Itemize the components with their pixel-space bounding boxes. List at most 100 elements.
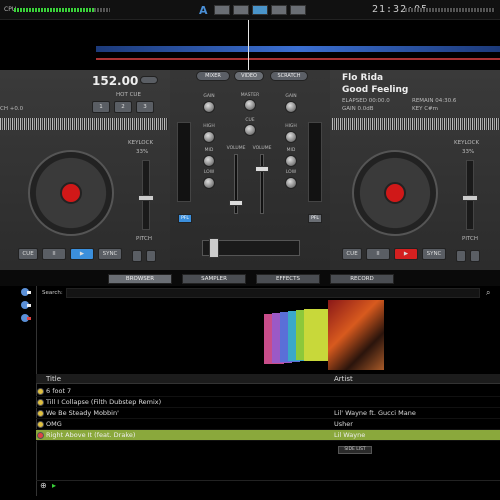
tab-sampler[interactable]: SAMPLER (182, 274, 246, 284)
deck-right-pitch-down-button[interactable] (456, 250, 466, 262)
track-icon (37, 399, 44, 406)
side-list-button[interactable]: SIDE LIST (338, 446, 372, 454)
right-pfl-button[interactable]: PFL (308, 214, 322, 223)
deck-right-pitch-up-button[interactable] (470, 250, 480, 262)
right-high-label: HIGH (285, 124, 297, 129)
track-title: Right Above It (feat. Drake) (46, 431, 136, 439)
left-high-knob[interactable] (203, 131, 215, 143)
deck-left-platter[interactable] (28, 150, 114, 236)
history-folder-icon[interactable] (20, 300, 32, 310)
deck-right-remain: REMAIN 04:30.6 (412, 98, 457, 104)
playlist-folder-icon[interactable] (20, 313, 32, 323)
left-gain-knob[interactable] (203, 101, 215, 113)
deck-right-platter[interactable] (352, 150, 438, 236)
layout-button-2[interactable] (233, 5, 249, 15)
deck-left-pitch-info: CH +0.0 (0, 106, 24, 112)
left-mid-knob[interactable] (203, 155, 215, 167)
table-row[interactable]: 6 foot 7 (36, 386, 500, 397)
tab-effects[interactable]: EFFECTS (256, 274, 320, 284)
tab-record[interactable]: RECORD (330, 274, 394, 284)
layout-button-4[interactable] (271, 5, 287, 15)
deck-left-play-button[interactable]: ▶ (70, 248, 94, 260)
deck-right-title: Good Feeling (342, 85, 409, 95)
right-gain-knob[interactable] (285, 101, 297, 113)
deck-right-artist: Flo Rida (342, 73, 384, 83)
hot-cue-label: HOT CUE (116, 92, 141, 98)
right-volume-fader[interactable] (260, 154, 264, 214)
deck-right-waveform[interactable] (332, 118, 500, 130)
deck-left-pitch-up-button[interactable] (146, 250, 156, 262)
deck-right-pitch-handle[interactable] (462, 195, 478, 201)
hot-cue-1-button[interactable]: 1 (92, 101, 110, 113)
track-icon (37, 388, 44, 395)
deck-right-cue-button[interactable]: CUE (342, 248, 362, 260)
album-art-stack[interactable] (264, 308, 334, 368)
cpu-meter (14, 8, 94, 12)
waveform-overview[interactable] (0, 20, 500, 70)
deck-left-pitch-down-button[interactable] (132, 250, 142, 262)
browser-column-header: Title Artist (36, 374, 500, 384)
cpu-meter-reserve (94, 8, 110, 12)
play-preview-icon[interactable]: ▸ (52, 481, 56, 490)
crossfader-handle[interactable] (209, 238, 219, 258)
table-row-selected[interactable]: Right Above It (feat. Drake) Lil Wayne (36, 430, 500, 441)
track-icon (37, 421, 44, 428)
app-logo-icon[interactable]: A (199, 4, 208, 17)
tab-video[interactable]: VIDEO (234, 71, 264, 81)
column-title[interactable]: Title (46, 375, 61, 383)
right-mid-label: MID (286, 148, 296, 153)
right-low-knob[interactable] (285, 177, 297, 189)
deck-right-sync-button[interactable]: SYNC (422, 248, 446, 260)
deck-left-waveform[interactable] (0, 118, 168, 130)
track-icon (37, 410, 44, 417)
deck-left-pitch-handle[interactable] (138, 195, 154, 201)
left-pfl-button[interactable]: PFL (178, 214, 192, 223)
deck-right-keylock-label: KEYLOCK (454, 140, 480, 146)
cue-label: CUE (245, 118, 255, 123)
tab-browser[interactable]: BROWSER (108, 274, 172, 284)
layout-button-5[interactable] (290, 5, 306, 15)
deck-left-pitch-percent: 33% (136, 149, 149, 155)
track-title: We Be Steady Mobbin' (46, 409, 119, 417)
right-volume-handle[interactable] (255, 166, 269, 172)
master-knob[interactable] (244, 99, 256, 111)
playhead-marker (248, 20, 249, 70)
hot-cue-2-button[interactable]: 2 (114, 101, 132, 113)
selected-album-cover[interactable] (328, 300, 384, 370)
deck-left-sync-button[interactable]: SYNC (98, 248, 122, 260)
tab-mixer[interactable]: MIXER (196, 71, 230, 81)
add-folder-icon[interactable]: ⊕ (40, 481, 47, 490)
master-meter (405, 8, 495, 12)
cue-knob[interactable] (244, 124, 256, 136)
deck-right-level-meter (308, 122, 322, 202)
search-folder-icon[interactable] (20, 287, 32, 297)
deck-right-pause-button[interactable]: II (366, 248, 390, 260)
deck-left-pause-button[interactable]: II (42, 248, 66, 260)
left-volume-handle[interactable] (229, 200, 243, 206)
deck-right-gain: GAIN 0.0dB (342, 106, 374, 112)
waveform-deck-right (96, 58, 500, 60)
right-mid-knob[interactable] (285, 155, 297, 167)
table-row[interactable]: Till I Collapse (Filth Dubstep Remix) (36, 397, 500, 408)
right-volume-label: VOLUME (252, 146, 272, 151)
deck-right-elapsed: ELAPSED 00:00.0 (342, 98, 390, 104)
column-artist[interactable]: Artist (334, 375, 353, 383)
table-row[interactable]: OMG Usher (36, 419, 500, 430)
left-volume-label: VOLUME (226, 146, 246, 151)
deck-right-play-button[interactable]: ▶ (394, 248, 418, 260)
left-mid-label: MID (204, 148, 214, 153)
right-high-knob[interactable] (285, 131, 297, 143)
layout-button-3[interactable] (252, 5, 268, 15)
search-options-icon[interactable]: ⌕ (486, 288, 490, 298)
deck-left-cue-button[interactable]: CUE (18, 248, 38, 260)
table-row[interactable]: We Be Steady Mobbin' Lil' Wayne ft. Gucc… (36, 408, 500, 419)
hot-cue-3-button[interactable]: 3 (136, 101, 154, 113)
deck-left-keylock-label: KEYLOCK (128, 140, 154, 146)
tab-scratch[interactable]: SCRATCH (270, 71, 308, 81)
layout-button-1[interactable] (214, 5, 230, 15)
search-input[interactable] (66, 288, 480, 298)
deck-right-key: KEY C#m (412, 106, 438, 112)
track-artist: Usher (334, 420, 353, 428)
deck-left-bpm-tap-button[interactable] (140, 76, 158, 84)
left-low-knob[interactable] (203, 177, 215, 189)
